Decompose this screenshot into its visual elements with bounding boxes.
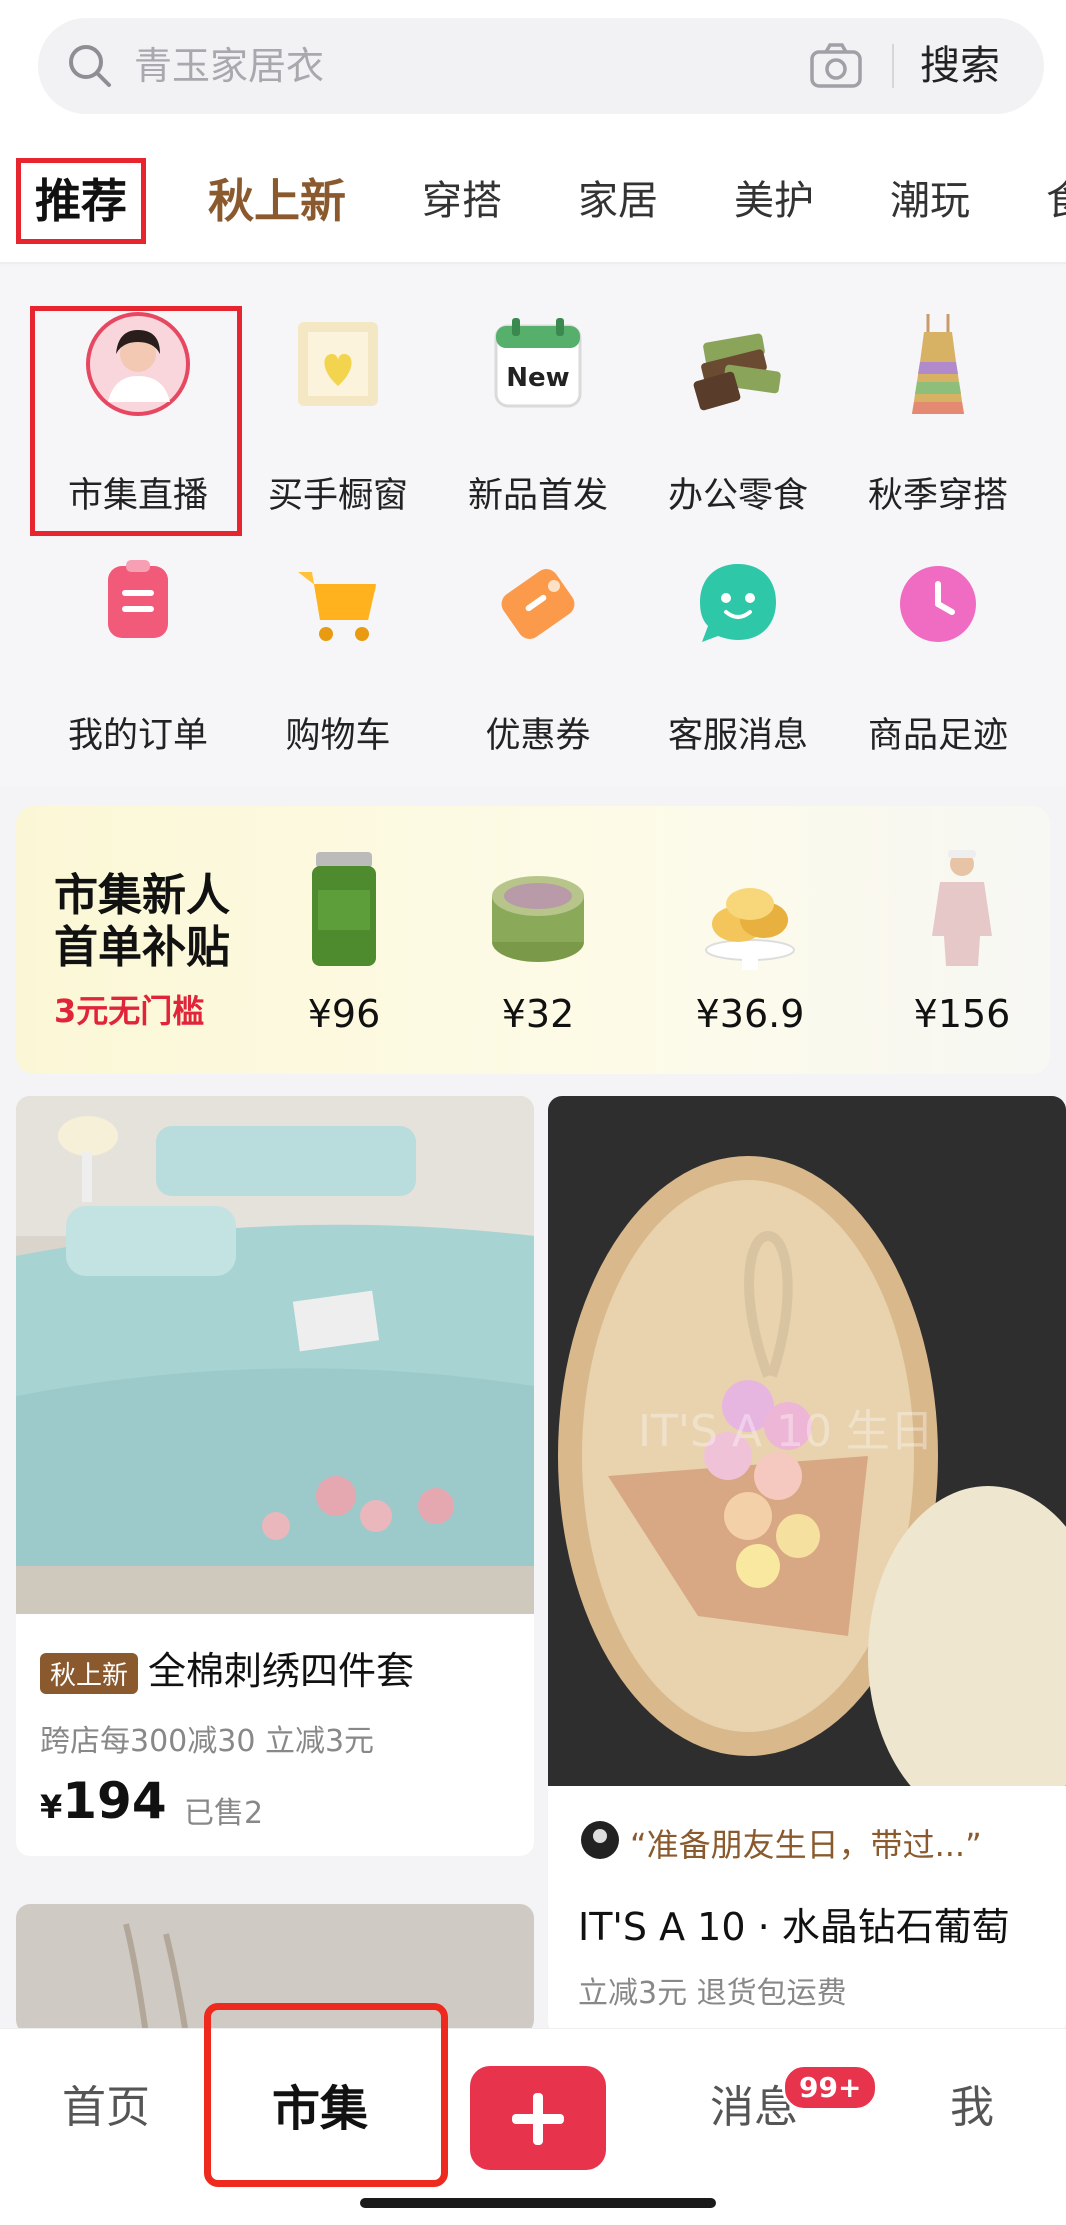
- promo-product[interactable]: ¥156: [892, 846, 1032, 1046]
- highlight-box-market-live: [30, 306, 242, 536]
- product-promo-info: 立减3元 退货包运费: [578, 1976, 847, 2011]
- shortcut-label: 商品足迹: [867, 716, 1008, 756]
- search-input[interactable]: 青玉家居衣: [134, 40, 324, 92]
- dress-icon: [912, 314, 964, 414]
- nav-me[interactable]: 我: [950, 2071, 994, 2135]
- shortcut-customer-service[interactable]: 客服消息: [638, 520, 838, 756]
- shortcut-label: 秋季穿搭: [867, 476, 1008, 516]
- user-review-quote: “准备朋友生日，带过...”: [630, 1826, 982, 1864]
- newcomer-promo-banner[interactable]: 市集新人 首单补贴 3元无门槛 ¥96 ¥32 ¥36.9 ¥156: [16, 806, 1050, 1074]
- tab-recommend[interactable]: 推荐: [16, 158, 146, 244]
- shortcut-cart[interactable]: 购物车: [238, 520, 438, 756]
- promo-subtitle: 3元无门槛: [54, 992, 205, 1030]
- search-header: 青玉家居衣 搜索: [0, 0, 1066, 140]
- calendar-new-icon: New: [494, 318, 582, 408]
- home-indicator: [360, 2198, 716, 2208]
- plus-icon-vertical: [533, 2093, 543, 2145]
- shortcut-label: 购物车: [285, 716, 391, 756]
- promo-price: ¥36.9: [695, 992, 805, 1036]
- showcase-box-icon: [298, 322, 378, 406]
- shortcut-label: 办公零食: [667, 476, 808, 516]
- product-title: 秋上新 全棉刺绣四件套: [40, 1640, 414, 1695]
- bedding-product-image: [16, 1096, 534, 1614]
- shortcut-label: 新品首发: [467, 476, 608, 516]
- sportswear-product-image: [932, 850, 992, 966]
- product-sold-count: 已售2: [184, 1796, 264, 1831]
- product-promo-info: 跨店每300减30 立减3元: [40, 1724, 375, 1759]
- pastry-product-image: [705, 888, 795, 970]
- publish-add-button[interactable]: [470, 2066, 606, 2170]
- promo-price: ¥96: [307, 992, 381, 1036]
- svg-text:New: New: [506, 363, 569, 393]
- promo-product[interactable]: ¥96: [274, 846, 414, 1046]
- tab-home[interactable]: 家居: [578, 158, 658, 244]
- promo-product[interactable]: ¥36.9: [680, 846, 820, 1046]
- tab-autumn-new[interactable]: 秋上新: [208, 158, 346, 244]
- messages-count-badge: 99+: [782, 2064, 879, 2111]
- cake-product-image: [492, 876, 584, 962]
- shortcut-coupons[interactable]: 优惠券: [438, 520, 638, 756]
- crystal-grapes-product-image: IT'S A 10 生日: [548, 1096, 1066, 1786]
- tab-outfits[interactable]: 穿搭: [422, 158, 502, 244]
- autumn-new-badge: 秋上新: [40, 1653, 139, 1694]
- shortcut-office-snacks[interactable]: 办公零食: [638, 280, 838, 516]
- image-watermark-text: IT'S A 10 生日: [638, 1406, 934, 1457]
- tab-food[interactable]: 食: [1046, 158, 1066, 244]
- shortcut-buyer-showcase[interactable]: 买手橱窗: [238, 280, 438, 516]
- user-avatar: [581, 1821, 619, 1859]
- orders-icon: [108, 560, 168, 638]
- product-price: ¥194: [40, 1772, 167, 1830]
- shortcut-new-launch[interactable]: New 新品首发: [438, 280, 638, 516]
- shortcut-label: 我的订单: [67, 716, 208, 756]
- shortcut-browsing-history[interactable]: 商品足迹: [838, 520, 1038, 756]
- clock-icon: [900, 566, 976, 642]
- search-icon: [69, 45, 111, 87]
- product-card-bedding[interactable]: 秋上新 全棉刺绣四件套 跨店每300减30 立减3元 ¥194 已售2: [16, 1096, 534, 1856]
- tab-trendy-toys[interactable]: 潮玩: [890, 158, 970, 244]
- promo-title: 市集新人 首单补贴: [54, 870, 230, 973]
- shortcut-label: 买手橱窗: [267, 476, 408, 516]
- tab-beauty[interactable]: 美护: [734, 158, 814, 244]
- search-button[interactable]: 搜索: [920, 36, 1000, 96]
- snack-cookie-icon: [693, 333, 781, 411]
- promo-product[interactable]: ¥32: [468, 846, 608, 1046]
- jar-product-image: [312, 852, 376, 966]
- product-title: IT'S A 10 · 水晶钻石葡萄: [578, 1905, 1010, 1949]
- category-tabs: 推荐 秋上新 穿搭 家居 美护 潮玩 食: [0, 140, 1066, 264]
- shortcut-label: 客服消息: [667, 716, 808, 756]
- coupon-icon: [501, 569, 575, 639]
- search-bar[interactable]: 青玉家居衣 搜索: [38, 18, 1044, 114]
- shortcut-label: 优惠券: [485, 716, 591, 756]
- nav-home[interactable]: 首页: [62, 2071, 150, 2135]
- promo-price: ¥156: [913, 992, 1011, 1036]
- product-card-crystal-grapes[interactable]: IT'S A 10 生日 “准备朋友生日，带过...” IT'S A 10 · …: [548, 1096, 1066, 2036]
- highlight-box-market-nav: [204, 2003, 448, 2187]
- shortcut-my-orders[interactable]: 我的订单: [38, 520, 238, 756]
- cart-icon: [298, 572, 376, 641]
- promo-price: ¥32: [501, 992, 575, 1036]
- search-divider: [892, 44, 894, 88]
- shortcut-autumn-outfits[interactable]: 秋季穿搭: [838, 280, 1038, 516]
- camera-icon[interactable]: [808, 40, 864, 92]
- chat-face-icon: [700, 564, 776, 642]
